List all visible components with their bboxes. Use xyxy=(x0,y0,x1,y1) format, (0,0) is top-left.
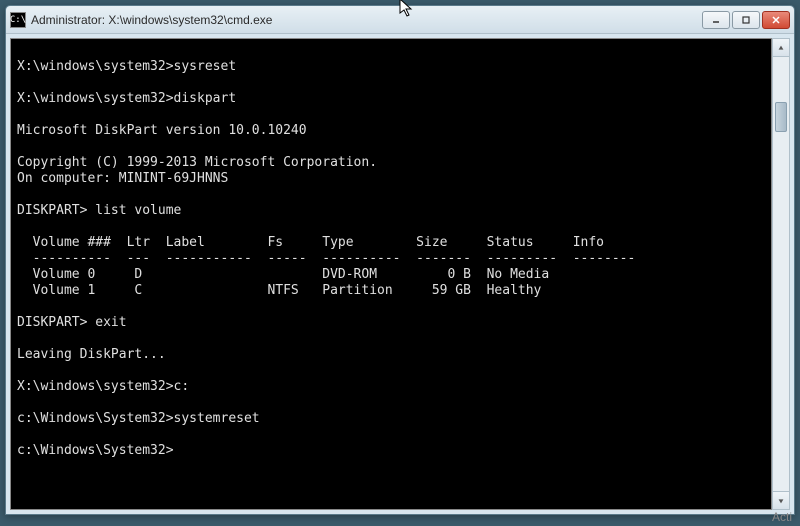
scroll-up-button[interactable] xyxy=(773,39,789,57)
scroll-track[interactable] xyxy=(773,57,789,491)
cmd-window: C:\ Administrator: X:\windows\system32\c… xyxy=(5,5,795,515)
window-title: Administrator: X:\windows\system32\cmd.e… xyxy=(31,13,702,27)
maximize-button[interactable] xyxy=(732,11,760,29)
minimize-button[interactable] xyxy=(702,11,730,29)
console-output[interactable]: X:\windows\system32>sysreset X:\windows\… xyxy=(10,38,772,510)
activation-watermark: Acti xyxy=(772,510,792,524)
close-button[interactable] xyxy=(762,11,790,29)
vertical-scrollbar[interactable] xyxy=(772,38,790,510)
scroll-down-button[interactable] xyxy=(773,491,789,509)
window-controls xyxy=(702,11,790,29)
console-container: X:\windows\system32>sysreset X:\windows\… xyxy=(10,38,790,510)
mouse-cursor-icon xyxy=(399,0,415,23)
scroll-thumb[interactable] xyxy=(775,102,787,132)
cmd-icon: C:\ xyxy=(10,12,26,28)
